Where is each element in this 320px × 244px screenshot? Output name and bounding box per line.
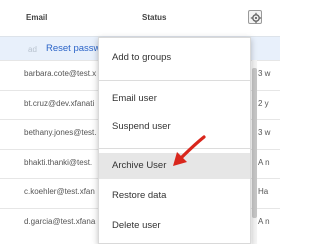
selection-indicator: ad [28,45,37,54]
user-email: barbara.cote@test.x [24,69,97,78]
menu-item-email-user[interactable]: Email user [99,86,250,112]
user-email: c.koehler@test.xfan [24,187,95,196]
table-header: Email Status [0,0,280,36]
annotation-arrow-icon [167,133,211,169]
reset-password-link[interactable]: Reset passwo [46,43,106,54]
status-column-header[interactable]: Status [142,13,166,22]
last-sign-in: 3 w [258,128,271,137]
user-email: d.garcia@test.xfana [24,217,96,226]
email-column-header[interactable]: Email [26,13,47,22]
last-sign-in: A n [258,158,270,167]
last-sign-in: 3 w [258,69,271,78]
scrollbar-thumb[interactable] [252,68,257,218]
scrollbar[interactable] [252,60,257,244]
menu-item-delete-user[interactable]: Delete user [99,213,250,239]
last-sign-in: Ha [258,187,269,196]
user-email: bt.cruz@dev.xfanati [24,99,95,108]
column-settings-button[interactable] [248,10,262,24]
menu-item-restore-data[interactable]: Restore data [99,183,250,209]
menu-item-add-to-groups[interactable]: Add to groups [99,45,250,71]
last-sign-in: 2 y [258,99,269,108]
last-sign-in: A n [258,217,270,226]
user-email: bethany.jones@test. [24,128,97,137]
menu-divider [99,80,250,81]
user-email: bhakti.thanki@test. [24,158,93,167]
